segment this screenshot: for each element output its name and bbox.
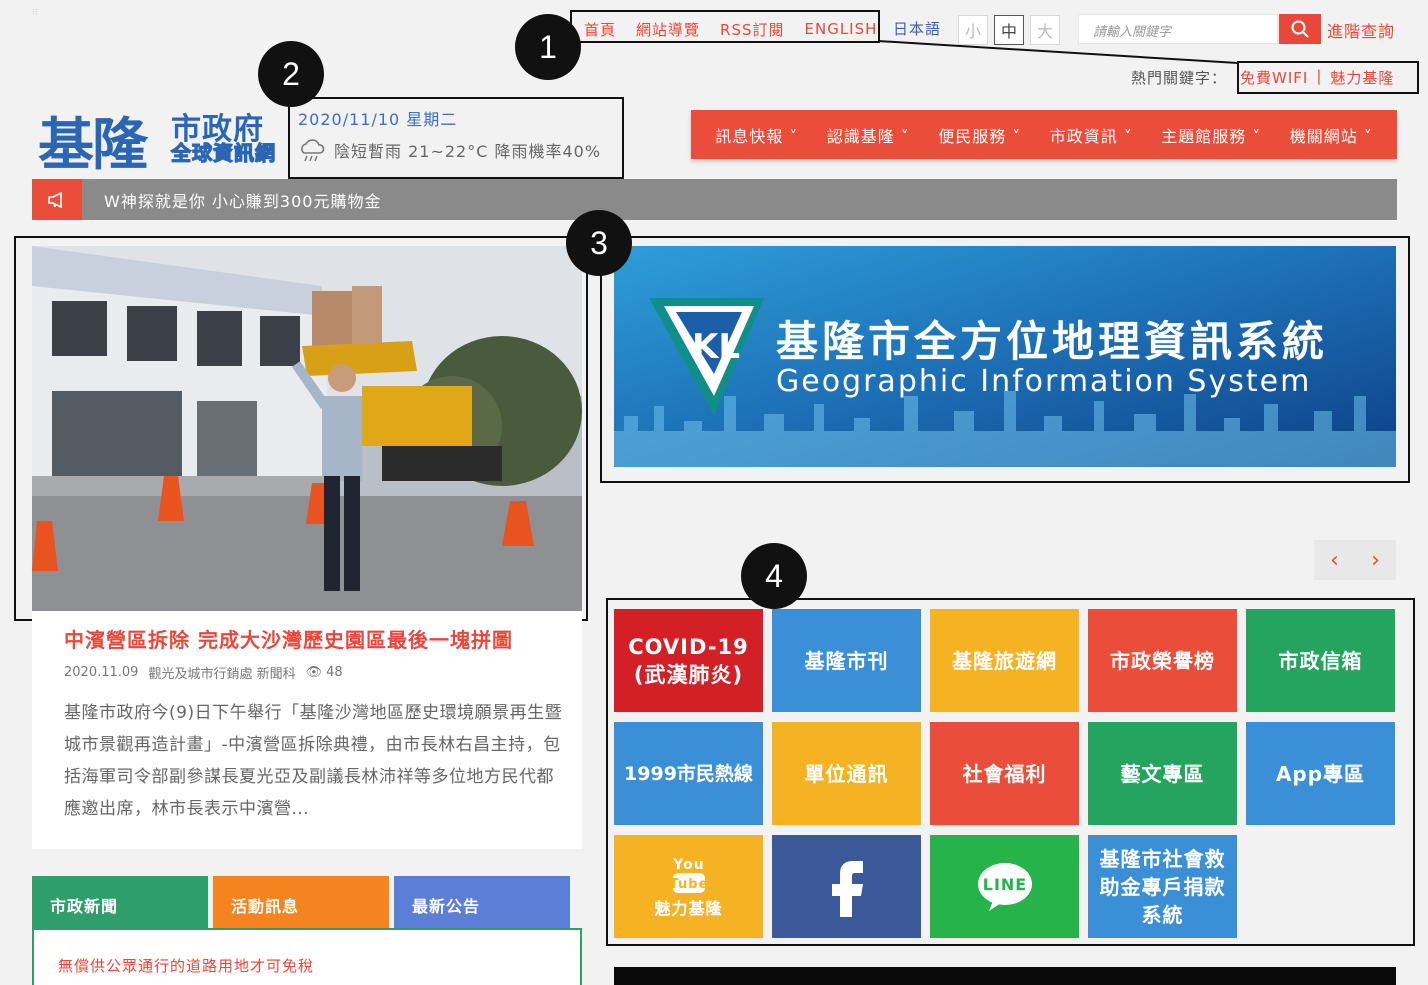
gis-logo-text: KL: [692, 327, 740, 367]
gis-subtitle: Geographic Information System: [776, 364, 1311, 399]
callout-3: 3: [566, 210, 632, 276]
youtube-icon-text-tube: Tube: [669, 877, 708, 892]
tile-tourism-label: 基隆旅遊網: [952, 648, 1057, 673]
tile-1999-hotline-label: 1999市民熱線: [624, 762, 753, 785]
tile-youtube[interactable]: You Tube 魅力基隆: [614, 835, 763, 938]
tile-arts[interactable]: 藝文專區: [1088, 722, 1237, 825]
facebook-icon: [831, 860, 863, 917]
news-summary: 基隆市政府今(9)日下午舉行「基隆沙灣地區歷史環境願景再生暨城市景觀再造計畫」-…: [64, 703, 563, 819]
nav-about[interactable]: 認識基隆 ˅: [827, 123, 910, 147]
news-photo[interactable]: [32, 246, 582, 611]
tab-list-item[interactable]: 無償供公眾通行的道路用地才可免稅: [58, 955, 314, 976]
tile-line[interactable]: LINE: [930, 835, 1079, 938]
gis-title: 基隆市全方位地理資訊系統: [776, 317, 1328, 366]
bottom-banner-edge: [614, 967, 1396, 985]
annotation-connector: [877, 40, 1239, 64]
tile-welfare[interactable]: 社會福利: [930, 722, 1079, 825]
tile-directory-label: 單位通訊: [804, 761, 889, 786]
tile-apps-label: App專區: [1275, 761, 1366, 786]
nav-news[interactable]: 訊息快報 ˅: [715, 123, 798, 147]
youtube-icon: You Tube: [669, 857, 708, 893]
tile-city-magazine[interactable]: 基隆市刊: [772, 609, 921, 712]
line-icon-text: LINE: [982, 875, 1026, 894]
chevron-right-icon[interactable]: ›: [1371, 548, 1380, 573]
tab-announcements[interactable]: 最新公告: [394, 876, 570, 928]
tile-tourism[interactable]: 基隆旅遊網: [930, 609, 1079, 712]
tab-events[interactable]: 活動訊息: [213, 876, 389, 928]
nav-services[interactable]: 便民服務 ˅: [938, 123, 1021, 147]
news-department: 觀光及城市行銷處 新聞科: [148, 667, 296, 682]
tile-covid19[interactable]: COVID-19 (武漢肺炎): [614, 609, 763, 712]
news-date: 2020.11.09: [64, 665, 139, 680]
tab-city-news[interactable]: 市政新聞: [32, 876, 208, 928]
news-meta: 2020.11.09 觀光及城市行銷處 新聞科 👁 48: [64, 663, 343, 682]
tile-1999-hotline[interactable]: 1999市民熱線: [614, 722, 763, 825]
line-icon: LINE: [977, 862, 1032, 911]
eye-icon: 👁: [305, 665, 323, 680]
tile-welfare-label: 社會福利: [962, 761, 1047, 786]
tile-mailbox-label: 市政信箱: [1278, 648, 1363, 673]
megaphone-icon: [32, 179, 82, 220]
tile-mailbox[interactable]: 市政信箱: [1246, 609, 1395, 712]
logo-sub-text-2: 全球資訊網: [170, 140, 276, 165]
carousel-arrows: ‹ ›: [1314, 540, 1396, 580]
logo-main-text[interactable]: 基隆: [38, 100, 148, 181]
callout-1: 1: [515, 14, 581, 80]
weather-info: 陰短暫雨 21~22°C 降雨機率40%: [298, 138, 601, 162]
current-date: 2020/11/10 星期二: [298, 110, 458, 129]
tile-donation[interactable]: 基隆市社會救助金專戶捐款系統: [1088, 835, 1237, 938]
tile-honors-label: 市政榮譽榜: [1110, 648, 1215, 673]
tile-city-magazine-label: 基隆市刊: [804, 648, 889, 673]
nav-info[interactable]: 市政資訊 ˅: [1050, 123, 1133, 147]
tile-covid19-label: COVID-19 (武漢肺炎): [628, 634, 749, 687]
chevron-left-icon[interactable]: ‹: [1330, 548, 1339, 573]
main-navigation: 訊息快報 ˅ 認識基隆 ˅ 便民服務 ˅ 市政資訊 ˅ 主題館服務 ˅ 機關網站…: [691, 110, 1397, 159]
callout-2: 2: [258, 41, 324, 107]
youtube-icon-text-you: You: [672, 857, 704, 873]
tile-donation-label: 基隆市社會救助金專戶捐款系統: [1099, 846, 1226, 927]
tile-honors[interactable]: 市政榮譽榜: [1088, 609, 1237, 712]
marquee-text[interactable]: W神探就是你 小心賺到300元購物金: [104, 188, 381, 212]
gis-banner[interactable]: KL 基隆市全方位地理資訊系統 Geographic Information S…: [614, 246, 1396, 467]
tile-facebook[interactable]: [772, 835, 921, 938]
tile-apps[interactable]: App專區: [1246, 722, 1395, 825]
tile-arts-label: 藝文專區: [1120, 761, 1205, 786]
tile-youtube-label: 魅力基隆: [654, 898, 723, 918]
weather-text: 陰短暫雨 21~22°C 降雨機率40%: [334, 142, 602, 161]
callout-4: 4: [741, 543, 807, 609]
announcement-marquee[interactable]: W神探就是你 小心賺到300元購物金: [32, 179, 1397, 220]
news-headline[interactable]: 中濱營區拆除 完成大沙灣歷史園區最後一塊拼圖: [64, 624, 513, 653]
nav-agencies[interactable]: 機關網站 ˅: [1290, 123, 1373, 147]
nav-themes[interactable]: 主題館服務 ˅: [1161, 123, 1261, 147]
tile-directory[interactable]: 單位通訊: [772, 722, 921, 825]
rain-cloud-icon: [301, 139, 325, 162]
news-views: 48: [326, 665, 343, 680]
